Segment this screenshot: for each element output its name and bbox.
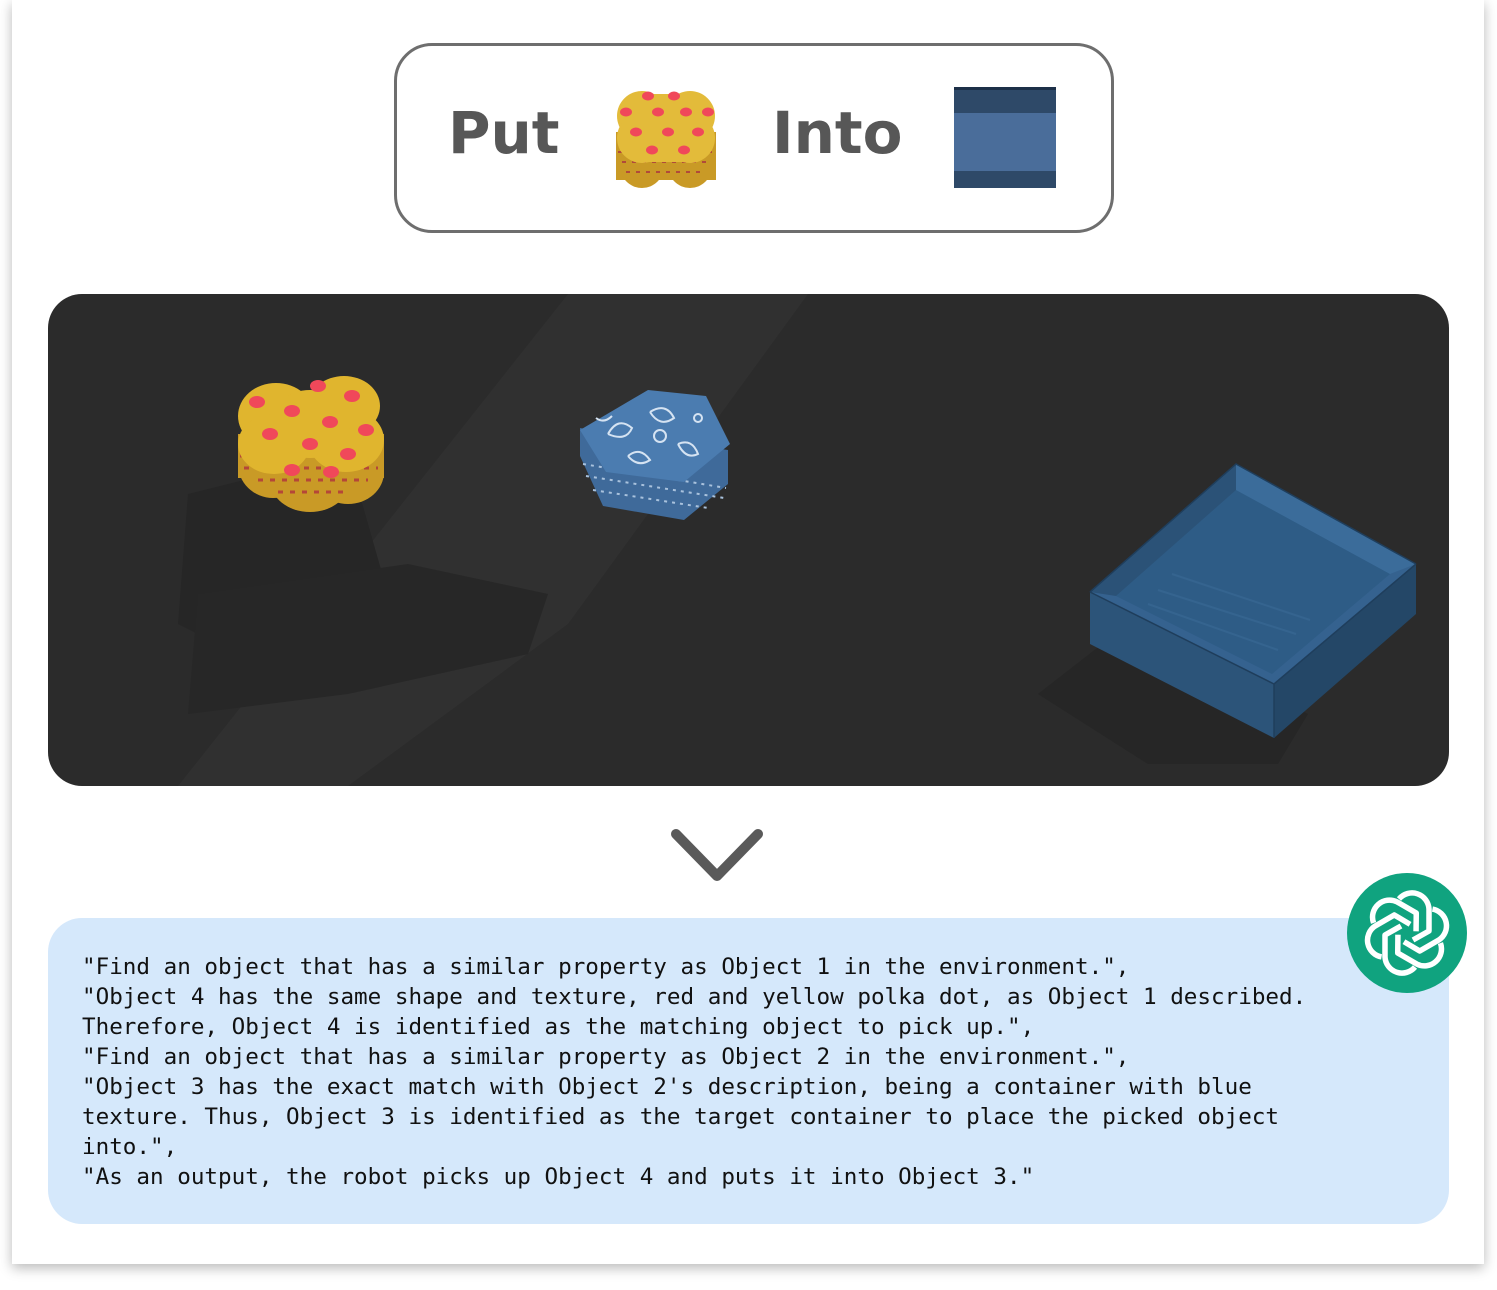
reasoning-text: "Find an object that has a similar prope… (82, 952, 1422, 1192)
chevron-down-icon (671, 829, 763, 881)
openai-logo-icon (1347, 873, 1467, 993)
polka-dot-flower-block (238, 376, 384, 512)
instruction-verb: Put (448, 99, 560, 167)
reasoning-line: "Find an object that has a similar prope… (82, 1044, 1130, 1070)
reasoning-line: "Object 4 has the same shape and texture… (82, 984, 1307, 1010)
reasoning-line: "Object 3 has the exact match with Objec… (82, 1074, 1252, 1100)
blue-container-icon (954, 87, 1056, 188)
reasoning-line: Therefore, Object 4 is identified as the… (82, 1014, 1035, 1040)
instruction-preposition: Into (772, 99, 903, 167)
yellow-polka-dot-flower-block-icon (616, 91, 716, 188)
reasoning-line: "Find an object that has a similar prope… (82, 954, 1130, 980)
reasoning-line: texture. Thus, Object 3 is identified as… (82, 1104, 1280, 1130)
reasoning-line: into.", (82, 1134, 178, 1160)
reasoning-line: "As an output, the robot picks up Object… (82, 1164, 1035, 1190)
scene-image (48, 294, 1449, 786)
